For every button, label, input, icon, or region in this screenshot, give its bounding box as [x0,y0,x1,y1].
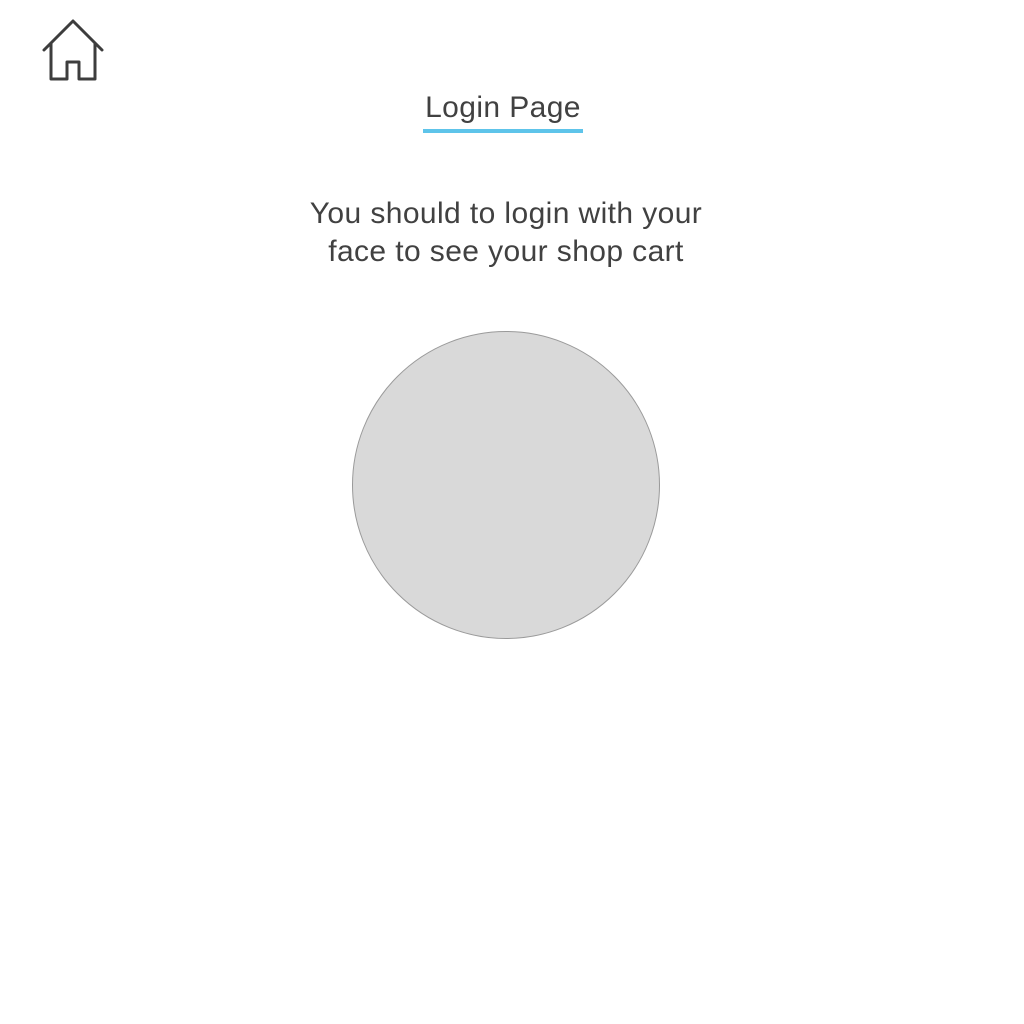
login-message-line-2: face to see your shop cart [328,235,684,268]
face-scan-area[interactable] [352,331,660,639]
login-message: You should to login with your face to se… [0,195,1012,271]
home-button[interactable] [40,18,106,84]
login-message-line-1: You should to login with your [309,197,703,230]
home-icon [42,19,104,81]
title-container: Login Page [0,88,1006,133]
page-title: Login Page [423,88,583,133]
